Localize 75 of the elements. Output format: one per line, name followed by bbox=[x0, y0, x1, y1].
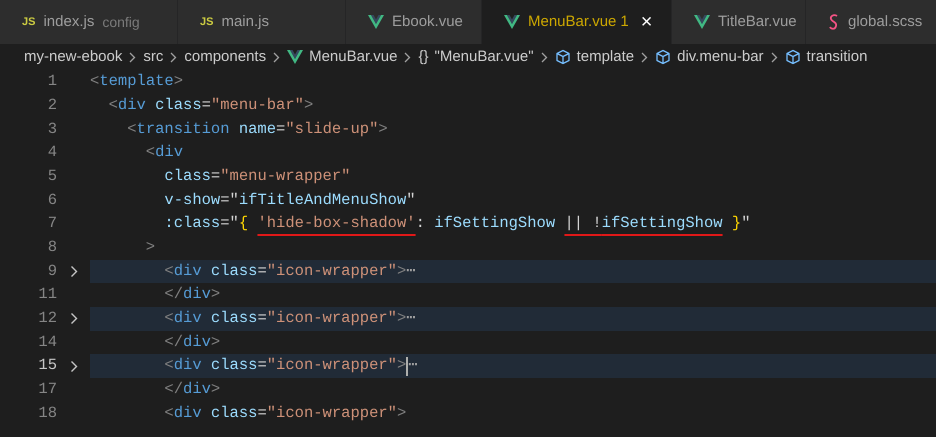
vue-icon bbox=[694, 15, 710, 29]
js-icon: JS bbox=[22, 14, 36, 30]
cube-icon bbox=[655, 49, 672, 65]
code-line: class="menu-wrapper" bbox=[163, 166, 352, 187]
problem-count: 1 bbox=[620, 12, 629, 32]
fold-ellipsis[interactable]: ⋯ bbox=[406, 260, 416, 283]
chevron-icon bbox=[540, 52, 548, 62]
line-number: 15 bbox=[37, 355, 57, 376]
scss-icon bbox=[828, 14, 840, 30]
chevron-icon bbox=[404, 52, 412, 62]
line-number: 2 bbox=[46, 94, 57, 116]
code-line: <div bbox=[144, 142, 184, 164]
line-number: 5 bbox=[46, 166, 57, 187]
chevron-icon bbox=[641, 52, 648, 62]
tab-label: index.js bbox=[43, 12, 94, 32]
breadcrumb-item[interactable]: transition bbox=[806, 46, 868, 68]
editor-tab[interactable]: MenuBar.vue 1 × bbox=[482, 0, 672, 44]
editor-tab[interactable]: JS index.js config bbox=[0, 0, 178, 44]
code-line: <div class="menu-bar"> bbox=[108, 94, 314, 116]
fold-ellipsis[interactable]: ⋯ bbox=[406, 307, 416, 330]
close-button[interactable]: × bbox=[640, 12, 652, 32]
breadcrumb-item[interactable]: "MenuBar.vue" bbox=[434, 46, 534, 68]
chevron-icon[interactable] bbox=[70, 264, 78, 278]
line-number: 11 bbox=[37, 284, 57, 306]
tab-label: main.js bbox=[221, 12, 269, 32]
text-cursor bbox=[406, 356, 408, 376]
vue-icon bbox=[504, 15, 520, 29]
code-line: <template> bbox=[90, 71, 184, 92]
editor-tab[interactable]: Ebook.vue bbox=[346, 0, 482, 44]
line-number: 3 bbox=[46, 118, 57, 140]
tab-description: config bbox=[102, 12, 140, 32]
braces-icon: {} bbox=[418, 46, 429, 68]
chevron-icon bbox=[170, 52, 178, 62]
code-line: </div> bbox=[163, 332, 222, 353]
vue-icon bbox=[287, 50, 304, 64]
tab-label: global.scss bbox=[848, 12, 922, 32]
code-line: </div> bbox=[163, 379, 222, 400]
breadcrumb-item[interactable]: div.menu-bar bbox=[677, 46, 764, 68]
chevron-icon bbox=[273, 52, 280, 62]
line-number: 17 bbox=[37, 379, 57, 400]
line-number: 12 bbox=[37, 308, 57, 330]
line-number: 9 bbox=[46, 260, 57, 282]
vue-icon bbox=[368, 15, 384, 29]
chevron-icon[interactable] bbox=[70, 360, 78, 373]
line-number: 7 bbox=[46, 213, 57, 234]
line-number: 18 bbox=[37, 402, 57, 424]
chevron-icon bbox=[770, 52, 778, 62]
editor-tab[interactable]: JS main.js bbox=[178, 0, 346, 44]
cube-icon bbox=[784, 49, 801, 65]
code-line: v-show="ifTitleAndMenuShow" bbox=[163, 190, 417, 211]
cube-icon bbox=[554, 49, 571, 65]
breadcrumb-item[interactable]: components bbox=[184, 46, 266, 68]
tab-label: MenuBar.vue bbox=[528, 12, 616, 32]
breadcrumb-item[interactable]: template bbox=[576, 46, 634, 68]
code-line: <transition name="slide-up"> bbox=[126, 118, 389, 140]
code-line: > bbox=[144, 237, 156, 258]
breadcrumb-item[interactable]: src bbox=[143, 46, 164, 68]
editor-tab[interactable]: TitleBar.vue bbox=[672, 0, 806, 44]
line-number: 14 bbox=[37, 332, 57, 353]
tab-label: TitleBar.vue bbox=[718, 12, 797, 32]
code-line: :class="{ 'hide-box-shadow': ifSettingShow || !ifSettingShow }" bbox=[163, 213, 752, 234]
breadcrumb-item[interactable]: my-new-ebook bbox=[24, 46, 122, 68]
fold-ellipsis[interactable]: ⋯ bbox=[408, 354, 418, 378]
chevron-icon bbox=[129, 52, 136, 62]
line-number: 1 bbox=[46, 71, 57, 92]
js-icon: JS bbox=[200, 14, 214, 30]
line-number: 4 bbox=[46, 142, 57, 164]
line-number: 8 bbox=[46, 237, 57, 258]
editor-tab[interactable]: global.scss bbox=[806, 0, 936, 44]
code-line: </div> bbox=[163, 284, 222, 306]
breadcrumb-item[interactable]: MenuBar.vue bbox=[309, 46, 398, 68]
tab-label: Ebook.vue bbox=[392, 12, 463, 32]
line-number: 6 bbox=[46, 190, 57, 211]
code-line: <div class="icon-wrapper"> bbox=[163, 402, 408, 424]
chevron-icon[interactable] bbox=[70, 312, 78, 326]
